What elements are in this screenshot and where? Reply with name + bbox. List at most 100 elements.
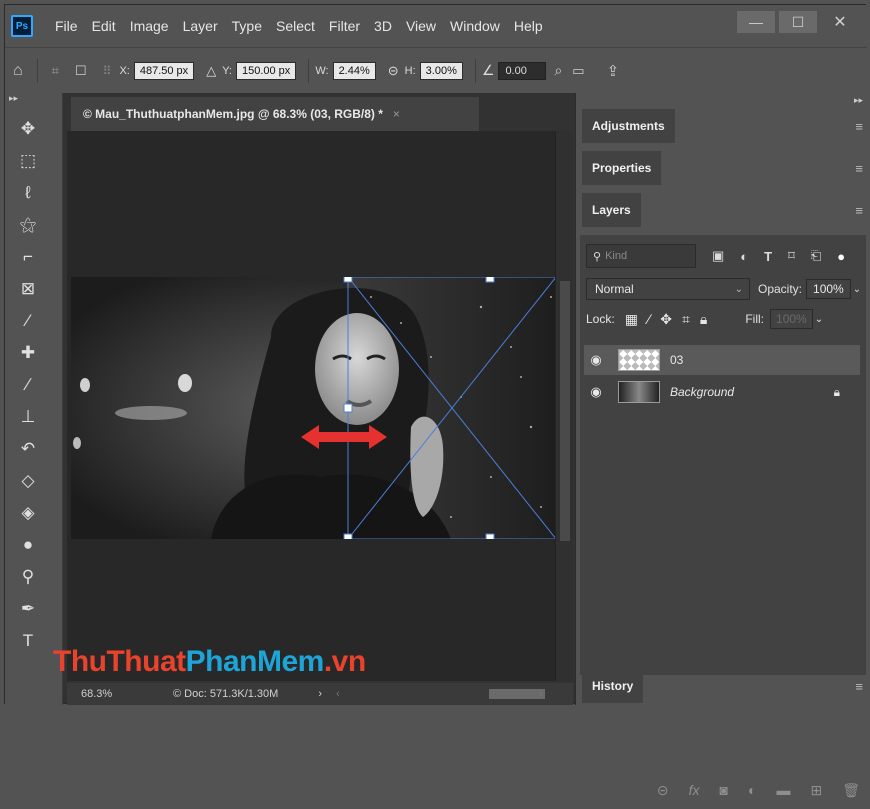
- status-arrow-icon[interactable]: ›: [318, 688, 322, 700]
- canvas-image[interactable]: [71, 277, 555, 539]
- pixel-filter-icon[interactable]: ▣: [712, 248, 724, 264]
- smart-object-filter-icon[interactable]: ⎗: [811, 248, 821, 264]
- minimize-button[interactable]: —: [737, 11, 775, 33]
- warp-icon[interactable]: ▭: [572, 63, 584, 79]
- scroll-left-icon[interactable]: ‹: [336, 688, 340, 700]
- eyedropper-tool-icon[interactable]: ⁄: [5, 305, 51, 337]
- menu-select[interactable]: Select: [276, 18, 315, 34]
- doc-size-info[interactable]: © Doc: 571.3K/1.30M: [173, 688, 278, 700]
- tab-history[interactable]: History: [582, 669, 644, 703]
- fill-dropdown-icon[interactable]: ⌄: [815, 314, 823, 325]
- delta-icon[interactable]: △: [206, 63, 216, 79]
- transform-handle[interactable]: [485, 277, 495, 283]
- paint-bucket-tool-icon[interactable]: ◈: [5, 497, 51, 529]
- clone-stamp-tool-icon[interactable]: ⊥: [5, 401, 51, 433]
- history-brush-tool-icon[interactable]: ↶: [5, 433, 51, 465]
- dodge-tool-icon[interactable]: ⚲: [5, 561, 51, 593]
- menu-type[interactable]: Type: [232, 18, 262, 34]
- interpolation-icon[interactable]: ⌕: [554, 62, 562, 79]
- shape-filter-icon[interactable]: ⌑: [788, 248, 795, 264]
- home-icon[interactable]: ⌂: [13, 62, 23, 80]
- adjustment-filter-icon[interactable]: ◐: [740, 249, 748, 264]
- y-input[interactable]: 150.00 px: [235, 61, 297, 80]
- menu-3d[interactable]: 3D: [374, 18, 392, 34]
- panel-menu-icon[interactable]: ≡: [855, 161, 863, 176]
- blend-mode-select[interactable]: Normal ⌄: [586, 278, 750, 300]
- lock-position-icon[interactable]: ✥: [660, 311, 672, 328]
- move-tool-icon[interactable]: ✥: [5, 113, 51, 145]
- eye-icon[interactable]: ◉: [584, 384, 608, 400]
- type-filter-icon[interactable]: T: [764, 249, 772, 264]
- transform-handle[interactable]: [343, 533, 353, 539]
- fx-icon[interactable]: fx: [689, 782, 700, 798]
- opacity-dropdown-icon[interactable]: ⌄: [853, 284, 861, 295]
- link-layers-icon[interactable]: ⊝: [657, 782, 669, 799]
- new-layer-icon[interactable]: ⊞: [810, 782, 822, 799]
- w-input[interactable]: 2.44%: [332, 61, 376, 80]
- kind-filter-select[interactable]: ⚲ Kind: [586, 244, 696, 268]
- lasso-tool-icon[interactable]: ℓ: [5, 177, 51, 209]
- frame-tool-icon[interactable]: ⊠: [5, 273, 51, 305]
- angle-input[interactable]: 0.00: [498, 61, 547, 80]
- close-tab-icon[interactable]: ×: [393, 107, 400, 121]
- reference-point-icon[interactable]: ⌗: [52, 63, 59, 79]
- panels-collapse-icon[interactable]: ▸▸: [854, 95, 863, 106]
- pen-tool-icon[interactable]: ✒: [5, 593, 51, 625]
- menu-edit[interactable]: Edit: [92, 18, 116, 34]
- link-icon[interactable]: ⊝: [388, 63, 399, 79]
- menu-image[interactable]: Image: [130, 18, 169, 34]
- menu-view[interactable]: View: [406, 18, 436, 34]
- scroll-right-icon[interactable]: ›: [539, 688, 543, 700]
- brush-tool-icon[interactable]: ∕: [5, 369, 51, 401]
- eye-icon[interactable]: ◉: [584, 352, 608, 368]
- layer-row-03[interactable]: ◉ 03: [584, 345, 860, 375]
- scroll-thumb[interactable]: [560, 281, 570, 541]
- close-button[interactable]: ✕: [821, 11, 859, 33]
- share-icon[interactable]: ⇪: [607, 62, 620, 80]
- panel-menu-icon[interactable]: ≡: [855, 203, 863, 218]
- eraser-tool-icon[interactable]: ◇: [5, 465, 51, 497]
- menu-window[interactable]: Window: [450, 18, 500, 34]
- document-tab[interactable]: © Mau_ThuthuatphanMem.jpg @ 68.3% (03, R…: [71, 97, 479, 131]
- toolbar-collapse-icon[interactable]: ▸▸: [5, 93, 62, 113]
- blur-tool-icon[interactable]: ●: [5, 529, 51, 561]
- filter-toggle-icon[interactable]: ●: [837, 249, 845, 264]
- blend-mode-value: Normal: [595, 282, 634, 296]
- magic-wand-tool-icon[interactable]: ⚝: [5, 209, 51, 241]
- tab-properties[interactable]: Properties: [582, 151, 662, 185]
- crop-tool-icon[interactable]: ⌐: [5, 241, 51, 273]
- zoom-level[interactable]: 68.3%: [81, 688, 141, 700]
- lock-artboard-icon[interactable]: ⌗: [682, 311, 690, 328]
- menu-layer[interactable]: Layer: [183, 18, 218, 34]
- type-tool-icon[interactable]: T: [5, 625, 51, 657]
- healing-brush-tool-icon[interactable]: ✚: [5, 337, 51, 369]
- vertical-scrollbar[interactable]: [555, 131, 573, 681]
- layer-row-background[interactable]: ◉ Background 🔒︎: [584, 377, 860, 407]
- add-mask-icon[interactable]: ◙: [720, 782, 728, 798]
- h-input[interactable]: 3.00%: [419, 61, 463, 80]
- divider: [308, 58, 310, 83]
- tab-adjustments[interactable]: Adjustments: [582, 109, 675, 143]
- menu-help[interactable]: Help: [514, 18, 543, 34]
- new-adjustment-icon[interactable]: ◐: [748, 782, 756, 798]
- transform-handle[interactable]: [343, 403, 353, 413]
- panel-menu-icon[interactable]: ≡: [855, 679, 863, 694]
- menu-file[interactable]: File: [55, 18, 78, 34]
- maximize-button[interactable]: ☐: [779, 11, 817, 33]
- new-group-icon[interactable]: ▬: [776, 782, 790, 798]
- tab-layers[interactable]: Layers: [582, 193, 641, 227]
- menu-filter[interactable]: Filter: [329, 18, 360, 34]
- x-input[interactable]: 487.50 px: [133, 61, 195, 80]
- lock-transparent-icon[interactable]: ▦: [625, 311, 638, 328]
- fill-input[interactable]: 100%: [770, 309, 813, 329]
- marquee-tool-icon[interactable]: ⬚: [5, 145, 51, 177]
- transform-handle[interactable]: [343, 277, 353, 283]
- trash-icon[interactable]: 🗑︎: [842, 782, 860, 799]
- opacity-input[interactable]: 100%: [806, 279, 851, 299]
- horizontal-scroll-thumb[interactable]: [489, 689, 545, 699]
- reference-toggle-checkbox[interactable]: ☐: [75, 63, 87, 79]
- transform-handle[interactable]: [485, 533, 495, 539]
- lock-brush-icon[interactable]: ∕: [648, 311, 650, 327]
- lock-all-icon[interactable]: 🔒︎: [700, 311, 707, 328]
- panel-menu-icon[interactable]: ≡: [855, 119, 863, 134]
